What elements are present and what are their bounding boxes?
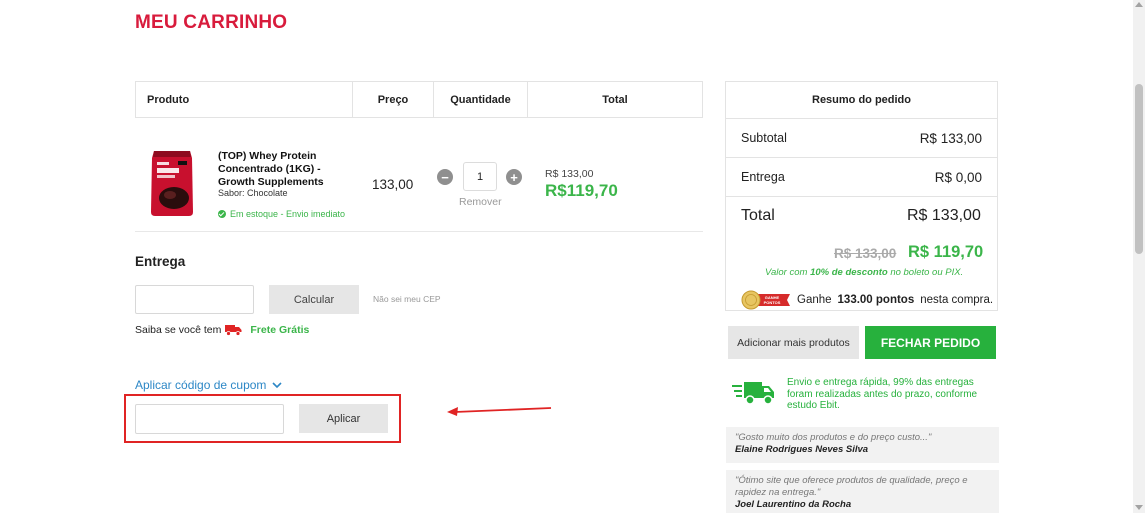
stock-status: Em estoque - Envio imediato xyxy=(218,209,345,219)
subtotal-value: R$ 133,00 xyxy=(919,130,982,146)
plus-icon: + xyxy=(510,169,518,185)
summary-old-price: R$ 133,00 xyxy=(834,246,897,261)
stock-status-label: Em estoque - Envio imediato xyxy=(230,209,346,219)
scroll-up-arrow-icon[interactable] xyxy=(1135,2,1143,7)
delivery-value: R$ 0,00 xyxy=(934,169,982,185)
fast-delivery-truck-icon xyxy=(732,382,774,405)
scrollbar-thumb[interactable] xyxy=(1135,84,1143,254)
review-quote: "Gosto muito dos produtos e do preço cus… xyxy=(735,432,932,443)
summary-discount-price: R$ 119,70 xyxy=(908,243,984,261)
minus-icon: − xyxy=(441,169,449,185)
header-price: Preço xyxy=(353,82,434,117)
product-name[interactable]: (TOP) Whey Protein Concentrado (1KG) - G… xyxy=(218,150,343,189)
item-discount-total: R$119,70 xyxy=(545,181,618,200)
summary-title: Resumo do pedido xyxy=(726,82,997,119)
item-original-total: R$ 133,00 xyxy=(545,168,594,180)
apply-coupon-button[interactable]: Aplicar xyxy=(299,404,388,433)
product-variant: Sabor: Chocolate xyxy=(218,188,288,198)
quantity-increase-button[interactable]: + xyxy=(506,169,522,185)
chevron-down-icon xyxy=(272,381,282,388)
page-title: MEU CARRINHO xyxy=(135,12,288,33)
product-image[interactable] xyxy=(148,148,196,218)
coupon-code-input[interactable] xyxy=(135,404,284,434)
checkout-button[interactable]: FECHAR PEDIDO xyxy=(865,326,996,359)
check-circle-icon xyxy=(218,210,226,218)
discount-note-suffix: no boleto ou PIX. xyxy=(890,267,964,278)
total-label: Total xyxy=(741,207,775,224)
points-badge-icon: GANHE PONTOS xyxy=(741,290,790,310)
delivery-note: Envio e entrega rápida, 99% das entregas… xyxy=(787,377,978,411)
points-suffix: nesta compra. xyxy=(920,294,994,306)
free-shipping-link[interactable]: Frete Grátis xyxy=(250,324,309,336)
discount-note: Valor com 10% de desconto no boleto ou P… xyxy=(765,267,963,278)
shipping-title: Entrega xyxy=(135,254,186,269)
scroll-down-arrow-icon[interactable] xyxy=(1135,505,1143,510)
arrow-left-icon xyxy=(447,407,552,416)
header-total: Total xyxy=(602,93,628,106)
review-author: Joel Laurentino da Rocha xyxy=(735,499,852,510)
dont-know-cep-link[interactable]: Não sei meu CEP xyxy=(373,294,441,304)
discount-note-prefix: Valor com xyxy=(765,267,808,278)
item-unit-price: 133,00 xyxy=(372,177,414,192)
summary-subtotal-row: Subtotal R$ 133,00 xyxy=(726,119,997,158)
add-more-products-button[interactable]: Adicionar mais produtos xyxy=(728,326,859,359)
points-value: 133.00 pontos xyxy=(837,294,915,306)
truck-icon xyxy=(225,325,242,336)
remove-item-link[interactable]: Remover xyxy=(459,196,502,208)
svg-text:PONTOS: PONTOS xyxy=(764,300,781,305)
coupon-toggle-label: Aplicar código de cupom xyxy=(135,378,267,392)
subtotal-label: Subtotal xyxy=(741,131,787,145)
quantity-input[interactable] xyxy=(463,162,497,191)
review-card: "Gosto muito dos produtos e do preço cus… xyxy=(726,427,999,463)
cart-table-header: Produto Preço Quantidade Total xyxy=(135,81,703,118)
cep-input[interactable] xyxy=(135,285,254,314)
header-quantity: Quantidade xyxy=(434,82,528,117)
points-info: GANHE PONTOS Ganhe 133.00 pontos nesta c… xyxy=(741,290,993,310)
quantity-decrease-button[interactable]: − xyxy=(437,169,453,185)
summary-delivery-row: Entrega R$ 0,00 xyxy=(726,158,997,197)
coupon-toggle[interactable]: Aplicar código de cupom xyxy=(135,378,282,392)
free-shipping-info: Saiba se você tem Frete Grátis xyxy=(135,324,309,336)
free-shipping-prefix: Saiba se você tem xyxy=(135,324,222,336)
points-prefix: Ganhe xyxy=(797,294,832,306)
total-value: R$ 133,00 xyxy=(907,207,981,224)
row-divider xyxy=(135,231,703,232)
review-quote: "Ótimo site que oferece produtos de qual… xyxy=(735,475,968,498)
review-author: Elaine Rodrigues Neves Silva xyxy=(735,444,869,455)
header-product: Produto xyxy=(136,82,353,117)
review-card: "Ótimo site que oferece produtos de qual… xyxy=(726,470,999,513)
calculate-shipping-button[interactable]: Calcular xyxy=(269,285,359,314)
page-scrollbar[interactable] xyxy=(1133,0,1145,513)
delivery-label: Entrega xyxy=(741,170,785,184)
discount-note-percent: 10% de desconto xyxy=(810,267,888,278)
